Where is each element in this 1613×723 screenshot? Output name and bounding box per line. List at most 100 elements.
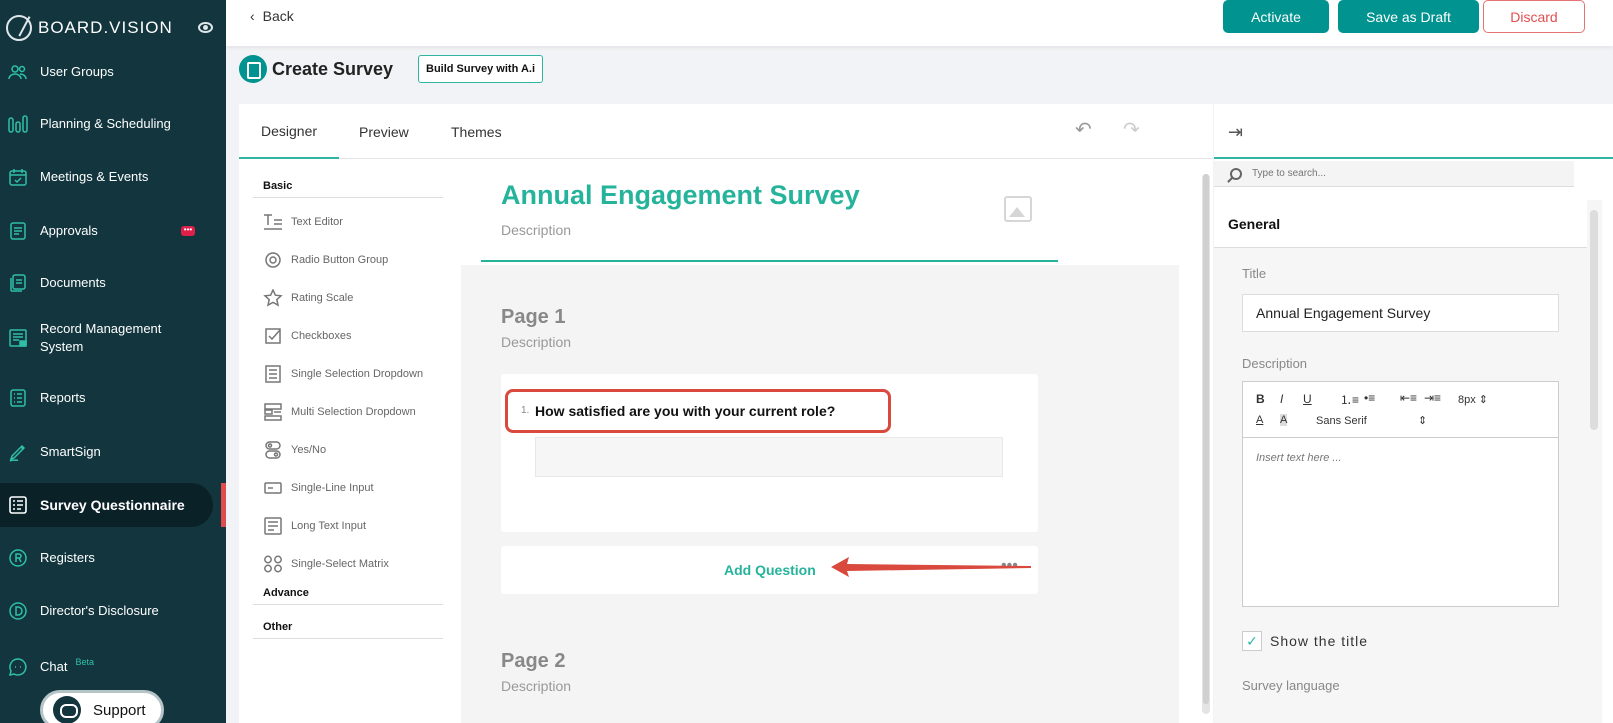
title-label: Title: [1242, 266, 1267, 281]
sidebar-item-label: Record Management System: [40, 321, 162, 354]
show-title-checkbox[interactable]: ✓: [1242, 631, 1262, 651]
brand-logo[interactable]: BOARD.VISION: [6, 14, 173, 42]
page-2-description[interactable]: Description: [501, 678, 571, 694]
description-editor: B I U ⒈≡ •≡ ⇤≡ ⇥≡ 8px ⇕ A A Sans Serif ⇕…: [1242, 381, 1559, 607]
users-icon: [8, 62, 28, 82]
toolbox-item-matrix[interactable]: Single-Select Matrix: [263, 554, 389, 574]
toolbox-item-label: Text Editor: [291, 216, 343, 228]
toolbox-item-label: Single Selection Dropdown: [291, 368, 424, 380]
support-chat-icon: [53, 696, 81, 723]
ordered-list-icon[interactable]: ⒈≡: [1340, 391, 1359, 408]
redo-icon[interactable]: ↷: [1123, 120, 1145, 140]
sidebar-item-survey-questionnaire[interactable]: Survey Questionnaire: [0, 483, 226, 527]
back-button[interactable]: ‹ Back: [250, 8, 294, 24]
sidebar-item-planning[interactable]: Planning & Scheduling: [0, 102, 226, 146]
input-icon: [263, 479, 283, 497]
editor-placeholder[interactable]: Insert text here ...: [1256, 452, 1342, 464]
sidebar-item-reports[interactable]: Reports: [0, 376, 226, 420]
toolbox-item-long-text[interactable]: Long Text Input: [263, 516, 366, 536]
activate-button[interactable]: Activate: [1223, 0, 1329, 33]
toolbox-item-single-dropdown[interactable]: Single Selection Dropdown: [263, 364, 423, 384]
textarea-icon: [263, 517, 283, 535]
page-1-description[interactable]: Description: [501, 334, 571, 350]
sidebar-item-label: User Groups: [40, 64, 114, 79]
header-divider: [481, 260, 1058, 262]
question-card[interactable]: 1. How satisfied are you with your curre…: [501, 374, 1038, 532]
general-section-header[interactable]: General: [1214, 200, 1587, 248]
page-1-title[interactable]: Page 1: [501, 306, 565, 329]
indent-icon[interactable]: ⇥≡: [1424, 391, 1441, 405]
build-with-ai-button[interactable]: Build Survey with A.i: [418, 55, 543, 83]
bullet-list-icon[interactable]: •≡: [1364, 391, 1375, 405]
toolbox-item-label: Radio Button Group: [291, 254, 389, 266]
checkbox-icon: [263, 327, 283, 345]
multi-dropdown-icon: [263, 403, 283, 421]
toolbox-category-other[interactable]: Other: [263, 621, 292, 633]
toolbox-item-rating[interactable]: Rating Scale: [263, 288, 353, 308]
survey-title[interactable]: Annual Engagement Survey: [501, 180, 860, 211]
properties-body: General Title Annual Engagement Survey D…: [1214, 200, 1602, 723]
properties-panel: ⇥ General Title Annual Engagement Survey…: [1214, 104, 1613, 723]
toolbox-item-label: Yes/No: [291, 444, 327, 456]
collapse-panel-icon[interactable]: ⇥: [1228, 122, 1243, 143]
search-icon: [1230, 167, 1242, 180]
sidebar-item-chat[interactable]: Chat Beta: [0, 645, 226, 689]
properties-search-input[interactable]: [1252, 168, 1552, 179]
logo-mark-icon: [6, 15, 32, 41]
image-placeholder-icon[interactable]: [1004, 196, 1032, 222]
text-color-icon[interactable]: A: [1256, 414, 1263, 426]
highlight-color-icon[interactable]: A: [1280, 414, 1288, 426]
toolbox-item-label: Checkboxes: [291, 330, 352, 342]
sidebar-toggle-icon[interactable]: [198, 22, 213, 33]
support-button[interactable]: Support: [40, 690, 164, 723]
sidebar-item-approvals[interactable]: Approvals •••: [0, 209, 226, 253]
underline-icon[interactable]: U: [1303, 392, 1312, 406]
tab-designer[interactable]: Designer: [239, 104, 339, 159]
toolbox-item-radio[interactable]: Radio Button Group: [263, 250, 388, 270]
properties-scrollbar[interactable]: [1590, 210, 1598, 430]
question-number: 1.: [521, 405, 530, 416]
sidebar-item-smartsign[interactable]: SmartSign: [0, 430, 226, 474]
add-question-button[interactable]: Add Question: [724, 562, 816, 578]
toolbox-item-text-editor[interactable]: Text Editor: [263, 212, 343, 232]
survey-icon: [8, 495, 28, 515]
sidebar-item-records[interactable]: Record Management System: [0, 316, 226, 360]
outdent-icon[interactable]: ⇤≡: [1400, 391, 1417, 405]
toolbox-item-label: Long Text Input: [291, 520, 367, 532]
toolbox-category-basic[interactable]: Basic: [263, 180, 292, 192]
sidebar-item-directors-disclosure[interactable]: Director's Disclosure: [0, 589, 226, 633]
bold-icon[interactable]: B: [1256, 392, 1265, 406]
sidebar-item-user-groups[interactable]: User Groups: [0, 50, 226, 94]
radio-icon: [263, 251, 283, 269]
sidebar-item-registers[interactable]: Registers: [0, 536, 226, 580]
calendar-icon: [8, 167, 28, 187]
sidebar-item-documents[interactable]: Documents: [0, 261, 226, 305]
survey-description[interactable]: Description: [501, 222, 571, 238]
tab-preview[interactable]: Preview: [359, 104, 409, 159]
undo-icon[interactable]: ↶: [1075, 120, 1097, 140]
toolbox-item-multi-dropdown[interactable]: Multi Selection Dropdown: [263, 402, 416, 422]
chevron-left-icon: ‹: [250, 8, 255, 24]
discard-button[interactable]: Discard: [1483, 0, 1585, 33]
toolbox-item-label: Rating Scale: [291, 292, 354, 304]
canvas-scrollbar[interactable]: [1202, 174, 1210, 714]
toolbox-item-single-line[interactable]: Single-Line Input: [263, 478, 374, 498]
title-input[interactable]: Annual Engagement Survey: [1242, 294, 1559, 332]
sidebar-item-label: Reports: [40, 390, 86, 405]
tab-themes[interactable]: Themes: [451, 104, 502, 159]
question-answer-field[interactable]: [535, 437, 1003, 477]
toggle-icon: [263, 441, 283, 459]
page-2-title[interactable]: Page 2: [501, 650, 565, 673]
question-title[interactable]: How satisfied are you with your current …: [535, 403, 835, 419]
properties-search: [1214, 161, 1574, 187]
toolbox-category-advance[interactable]: Advance: [263, 587, 309, 599]
italic-icon[interactable]: I: [1280, 392, 1283, 406]
save-draft-button[interactable]: Save as Draft: [1338, 0, 1479, 33]
font-size-select[interactable]: 8px ⇕: [1458, 393, 1488, 406]
toolbox-item-yes-no[interactable]: Yes/No: [263, 440, 326, 460]
toolbox-item-checkboxes[interactable]: Checkboxes: [263, 326, 352, 346]
show-title-option[interactable]: ✓ Show the title: [1242, 631, 1368, 651]
registered-icon: [8, 548, 28, 568]
font-family-select[interactable]: Sans Serif: [1316, 415, 1367, 427]
sidebar-item-meetings[interactable]: Meetings & Events: [0, 155, 226, 199]
